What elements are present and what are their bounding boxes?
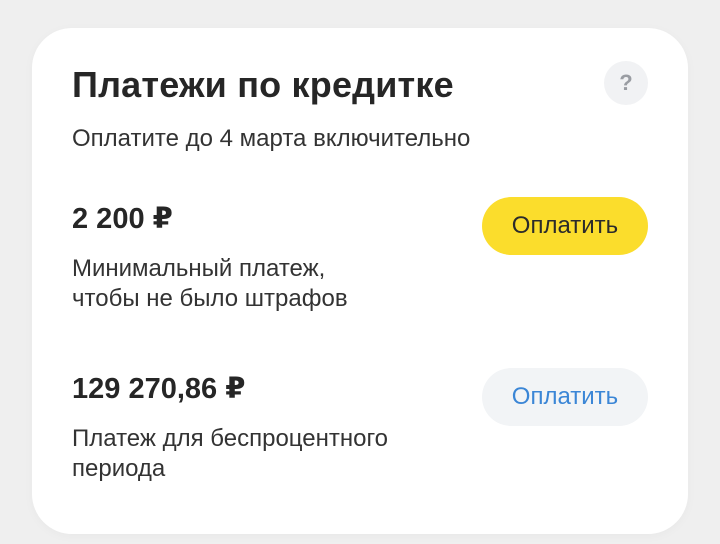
description-line: периода: [72, 455, 166, 482]
pay-minimum-button[interactable]: Оплатить: [482, 197, 648, 255]
help-button[interactable]: ?: [604, 61, 648, 105]
description-line: Минимальный платеж,: [72, 255, 326, 282]
grace-period-payment-description: Платеж для беспроцентного периода: [72, 424, 492, 484]
minimum-payment-description: Минимальный платеж, чтобы не было штрафо…: [72, 254, 492, 314]
credit-card-payments-card: Платежи по кредитке ? Оплатите до 4 март…: [32, 28, 688, 534]
minimum-payment-amount: 2 200 ₽: [72, 203, 173, 235]
pay-grace-period-button[interactable]: Оплатить: [482, 368, 648, 426]
description-line: Платеж для беспроцентного: [72, 425, 389, 452]
card-title: Платежи по кредитке: [72, 64, 454, 105]
grace-period-payment-amount: 129 270,86 ₽: [72, 373, 246, 405]
question-mark-icon: ?: [619, 70, 633, 95]
description-line: чтобы не было штрафов: [72, 285, 348, 312]
due-date-text: Оплатите до 4 марта включительно: [72, 125, 471, 152]
